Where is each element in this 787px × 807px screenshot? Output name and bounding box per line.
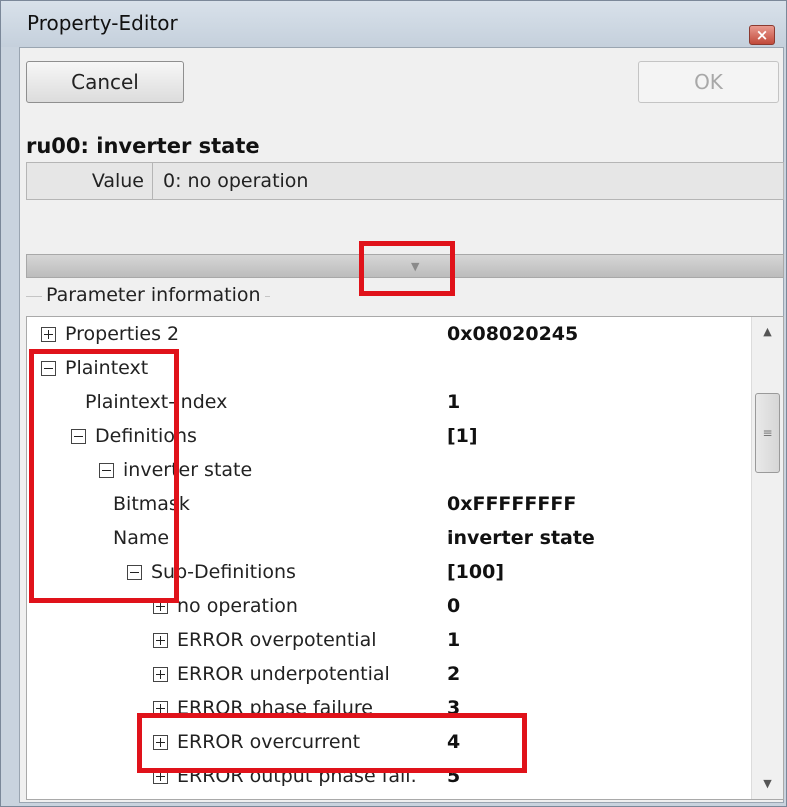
tree-row-value: inverter state bbox=[447, 527, 595, 549]
scroll-thumb[interactable]: ≡ bbox=[755, 393, 780, 473]
vertical-scrollbar[interactable]: ▲ ≡ ▼ bbox=[751, 317, 783, 799]
tree-row-name: Properties 2 bbox=[65, 323, 180, 345]
scroll-up-arrow-icon[interactable]: ▲ bbox=[752, 317, 783, 347]
highlight-tree-expanders bbox=[29, 349, 179, 603]
tree-row-name: ERROR overpotential bbox=[177, 629, 377, 651]
tree-row-value: 0x08020245 bbox=[447, 323, 579, 345]
close-button[interactable]: × bbox=[749, 25, 775, 45]
tree-row[interactable]: ERROR overpotential 1 bbox=[27, 623, 751, 657]
scroll-down-arrow-icon[interactable]: ▼ bbox=[752, 769, 783, 799]
tree-row-value: 2 bbox=[447, 663, 461, 685]
parameter-information-label: Parameter information bbox=[42, 284, 265, 306]
tree-row-value: 1 bbox=[447, 629, 461, 651]
parameter-title: ru00: inverter state bbox=[26, 134, 260, 158]
window-title: Property-Editor bbox=[27, 11, 178, 35]
tree-row-value: 0xFFFFFFFF bbox=[447, 493, 577, 515]
value-field[interactable]: 0: no operation bbox=[163, 163, 308, 199]
tree-row-value: 1 bbox=[447, 391, 461, 413]
tree-row[interactable]: Properties 2 0x08020245 bbox=[27, 317, 751, 351]
close-icon: × bbox=[755, 26, 769, 44]
expand-plus-icon[interactable] bbox=[41, 327, 56, 342]
title-bar[interactable]: Property-Editor × bbox=[1, 1, 786, 47]
ok-button[interactable]: OK bbox=[638, 61, 779, 103]
tree-row-value: [1] bbox=[447, 425, 478, 447]
value-row: Value 0: no operation bbox=[26, 162, 784, 200]
tree-row-value: [100] bbox=[447, 561, 505, 583]
property-editor-window: Property-Editor × Cancel OK ru00: invert… bbox=[0, 0, 787, 807]
tree-row-name: ERROR underpotential bbox=[177, 663, 390, 685]
cancel-button[interactable]: Cancel bbox=[26, 61, 184, 103]
expand-plus-icon[interactable] bbox=[153, 633, 168, 648]
tree-row-value: 0 bbox=[447, 595, 461, 617]
tree-row[interactable]: ERROR underpotential 2 bbox=[27, 657, 751, 691]
expand-plus-icon[interactable] bbox=[153, 667, 168, 682]
tree-row-name: no operation bbox=[177, 595, 298, 617]
highlight-error-overcurrent bbox=[137, 713, 527, 773]
highlight-splitter-arrow bbox=[359, 241, 455, 296]
value-label: Value bbox=[27, 163, 153, 199]
